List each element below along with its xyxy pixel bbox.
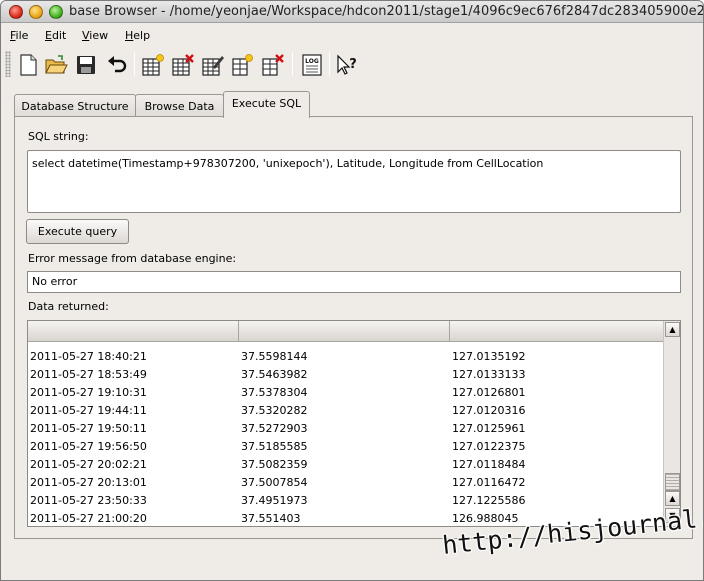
table-row[interactable]: 2011-05-27 18:40:21 37.5598144 127.01351… xyxy=(28,348,664,366)
delete-table-icon[interactable] xyxy=(171,53,195,77)
table-cell: 127.0135192 xyxy=(452,350,526,363)
table-cell: 127.0120316 xyxy=(452,404,526,417)
table-cell: 37.5320282 xyxy=(241,404,308,417)
table-row[interactable]: 2011-05-27 18:53:49 37.5463982 127.01331… xyxy=(28,366,664,384)
log-icon[interactable]: LOG xyxy=(300,53,324,77)
table-cell: 37.5272903 xyxy=(241,422,308,435)
results-body: 2011-05-27 18:40:21 37.5598144 127.01351… xyxy=(28,348,664,526)
sql-string-input[interactable]: select datetime(Timestamp+978307200, 'un… xyxy=(27,150,681,213)
tab-browse-data[interactable]: Browse Data xyxy=(135,94,224,117)
toolbar-separator xyxy=(329,52,330,76)
error-message-label: Error message from database engine: xyxy=(28,252,237,265)
table-row[interactable]: 2011-05-27 23:50:33 37.4951973 127.12255… xyxy=(28,492,664,510)
menu-view[interactable]: View xyxy=(82,29,108,42)
error-message-field[interactable]: No error xyxy=(27,271,681,293)
column-header[interactable] xyxy=(450,321,664,342)
table-cell: 127.0125961 xyxy=(452,422,526,435)
table-cell: 2011-05-27 21:00:20 xyxy=(30,512,147,525)
column-header[interactable] xyxy=(239,321,450,342)
table-cell: 37.4951973 xyxy=(241,494,308,507)
scroll-up-button[interactable]: ▲ xyxy=(665,322,680,337)
open-folder-icon[interactable] xyxy=(44,53,68,77)
scrollbar-thumb[interactable] xyxy=(665,473,680,491)
whats-this-icon[interactable]: ? xyxy=(335,53,359,77)
table-cell: 127.0122375 xyxy=(452,440,526,453)
toolbar-separator xyxy=(134,52,135,76)
table-cell: 2011-05-27 18:40:21 xyxy=(30,350,147,363)
table-cell: 127.0118484 xyxy=(452,458,526,471)
title-bar: base Browser - /home/yeonjae/Workspace/h… xyxy=(1,1,703,23)
minimize-window-button[interactable] xyxy=(29,5,43,19)
maximize-window-button[interactable] xyxy=(49,5,63,19)
table-cell: 37.5185585 xyxy=(241,440,308,453)
table-cell: 37.5463982 xyxy=(241,368,308,381)
close-window-button[interactable] xyxy=(9,5,23,19)
create-table-icon[interactable] xyxy=(141,53,165,77)
results-scrollbar[interactable]: ▲ ▲ ▼ xyxy=(663,321,680,526)
table-cell: 2011-05-27 19:10:31 xyxy=(30,386,147,399)
toolbar-grip[interactable] xyxy=(5,51,11,77)
window-title: base Browser - /home/yeonjae/Workspace/h… xyxy=(69,4,704,19)
modify-table-icon[interactable] xyxy=(201,53,225,77)
column-header[interactable] xyxy=(28,321,239,342)
table-row[interactable]: 2011-05-27 20:13:01 37.5007854 127.01164… xyxy=(28,474,664,492)
toolbar: LOG ? xyxy=(1,47,703,81)
table-row[interactable]: 2011-05-27 19:50:11 37.5272903 127.01259… xyxy=(28,420,664,438)
menu-bar: File Edit View Help xyxy=(1,25,703,45)
tab-database-structure[interactable]: Database Structure xyxy=(14,94,136,117)
new-file-icon[interactable] xyxy=(16,53,40,77)
results-table[interactable]: 2011-05-27 18:40:21 37.5598144 127.01351… xyxy=(27,320,681,527)
save-icon[interactable] xyxy=(74,53,98,77)
table-cell: 2011-05-27 20:02:21 xyxy=(30,458,147,471)
table-cell: 2011-05-27 19:56:50 xyxy=(30,440,147,453)
table-cell: 37.5598144 xyxy=(241,350,308,363)
results-header xyxy=(28,321,664,342)
table-cell: 37.5082359 xyxy=(241,458,308,471)
sql-string-label: SQL string: xyxy=(28,130,89,143)
svg-text:?: ? xyxy=(349,57,357,72)
app-window: base Browser - /home/yeonjae/Workspace/h… xyxy=(0,0,704,581)
table-cell: 127.1225586 xyxy=(452,494,526,507)
table-row[interactable]: 2011-05-27 19:56:50 37.5185585 127.01223… xyxy=(28,438,664,456)
table-cell: 2011-05-27 20:13:01 xyxy=(30,476,147,489)
execute-sql-panel: SQL string: select datetime(Timestamp+97… xyxy=(14,116,693,539)
table-cell: 127.0133133 xyxy=(452,368,526,381)
undo-icon[interactable] xyxy=(105,53,129,77)
table-cell: 2011-05-27 18:53:49 xyxy=(30,368,147,381)
table-cell: 37.551403 xyxy=(241,512,301,525)
table-cell: 127.0116472 xyxy=(452,476,526,489)
table-cell: 37.5378304 xyxy=(241,386,308,399)
scroll-down-button[interactable]: ▲ xyxy=(665,491,680,506)
create-index-icon[interactable] xyxy=(231,53,255,77)
menu-file[interactable]: File xyxy=(10,29,28,42)
table-row[interactable]: 2011-05-27 19:44:11 37.5320282 127.01203… xyxy=(28,402,664,420)
menu-edit[interactable]: Edit xyxy=(45,29,66,42)
table-row[interactable]: 2011-05-27 19:10:31 37.5378304 127.01268… xyxy=(28,384,664,402)
data-returned-label: Data returned: xyxy=(28,300,109,313)
execute-query-button[interactable]: Execute query xyxy=(26,219,129,244)
toolbar-separator xyxy=(292,52,293,76)
table-row[interactable]: 2011-05-27 20:02:21 37.5082359 127.01184… xyxy=(28,456,664,474)
menu-help[interactable]: Help xyxy=(125,29,150,42)
table-cell: 2011-05-27 23:50:33 xyxy=(30,494,147,507)
table-cell: 127.0126801 xyxy=(452,386,526,399)
svg-text:LOG: LOG xyxy=(305,58,319,65)
table-cell: 2011-05-27 19:44:11 xyxy=(30,404,147,417)
table-cell: 37.5007854 xyxy=(241,476,308,489)
tab-execute-sql[interactable]: Execute SQL xyxy=(223,91,310,118)
table-cell: 2011-05-27 19:50:11 xyxy=(30,422,147,435)
delete-index-icon[interactable] xyxy=(261,53,285,77)
